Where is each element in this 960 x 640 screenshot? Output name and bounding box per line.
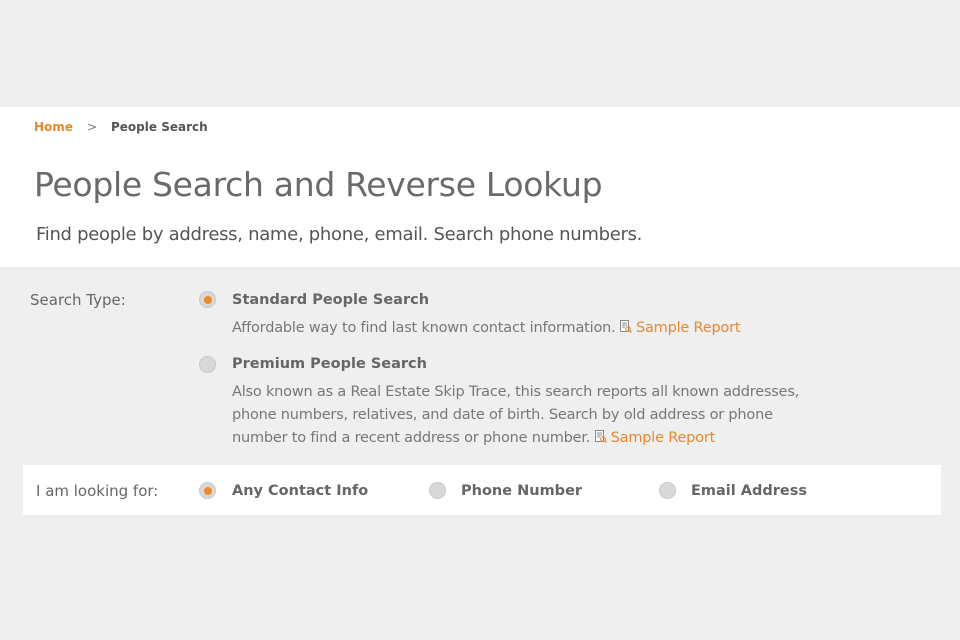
standard-search-description: Affordable way to find last known contac… [232,317,832,340]
premium-search-description: Also known as a Real Estate Skip Trace, … [232,381,822,450]
any-contact-radio[interactable] [199,482,216,499]
looking-for-label: I am looking for: [36,482,159,500]
standard-sample-report-text: Sample Report [635,320,741,336]
phone-number-radio[interactable] [429,482,446,499]
breadcrumb-current: People Search [111,120,208,134]
standard-search-description-text: Affordable way to find last known contac… [232,320,616,336]
breadcrumb-home-link[interactable]: Home [34,120,73,134]
email-address-label[interactable]: Email Address [691,483,807,499]
premium-sample-report-link[interactable]: Sample Report [594,430,716,446]
premium-search-radio[interactable] [199,356,216,373]
sample-report-icon [619,320,632,333]
any-contact-label[interactable]: Any Contact Info [232,483,368,499]
breadcrumb-separator: > [86,120,97,134]
sample-report-icon [594,430,607,443]
page-subtitle: Find people by address, name, phone, ema… [36,224,643,245]
premium-search-title[interactable]: Premium People Search [232,356,427,372]
search-type-label: Search Type: [30,291,126,309]
breadcrumb: Home > People Search [34,120,208,134]
standard-sample-report-link[interactable]: Sample Report [619,320,741,336]
premium-sample-report-text: Sample Report [610,430,716,446]
standard-search-radio[interactable] [199,291,216,308]
email-address-radio[interactable] [659,482,676,499]
phone-number-label[interactable]: Phone Number [461,483,582,499]
page-title: People Search and Reverse Lookup [34,165,603,204]
standard-search-title[interactable]: Standard People Search [232,292,429,308]
